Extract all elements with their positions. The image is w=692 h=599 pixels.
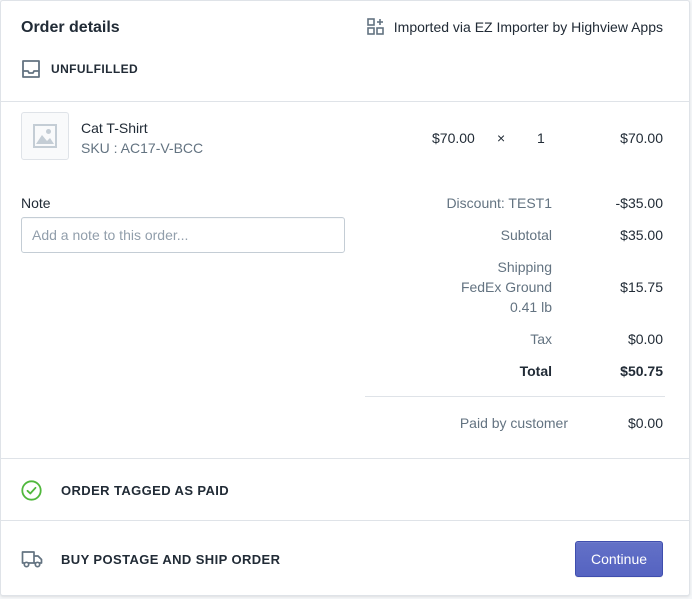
tax-value: $0.00 [627, 331, 663, 347]
discount-label: Discount: TEST1 [446, 195, 552, 211]
apps-icon [366, 18, 384, 35]
payment-status-label: ORDER TAGGED AS PAID [61, 483, 230, 498]
tax-label: Tax [530, 331, 552, 347]
paid-by-customer-label: Paid by customer [459, 415, 568, 431]
truck-icon [21, 551, 43, 568]
payment-status-icon-wrap [21, 480, 42, 504]
fulfillment-status: UNFULFILLED [21, 59, 138, 79]
total-label: Total [519, 363, 552, 379]
check-circle-icon [21, 480, 42, 501]
subtotal-value: $35.00 [620, 227, 663, 243]
note-input[interactable] [21, 217, 345, 253]
page-title: Order details [21, 19, 120, 36]
discount-value: -$35.00 [615, 195, 663, 211]
shipping-method: FedEx Ground [460, 279, 552, 295]
shipping-label: Shipping FedEx Ground 0.41 lb [461, 257, 552, 317]
product-thumbnail [21, 112, 69, 160]
divider [1, 458, 689, 459]
total-value: $50.75 [620, 363, 663, 379]
inbox-icon [22, 60, 40, 78]
quantity: 1 [537, 130, 545, 146]
product-name-link[interactable]: Cat T-Shirt [81, 120, 148, 136]
subtotal-label: Subtotal [500, 227, 552, 243]
paid-by-customer-value: $0.00 [627, 415, 663, 431]
shipping-value: $15.75 [620, 279, 663, 295]
continue-button[interactable]: Continue [575, 541, 663, 577]
multiply-sign: × [497, 130, 506, 146]
product-sku: SKU : AC17-V-BCC [81, 140, 204, 156]
line-total: $70.00 [620, 130, 663, 146]
shipping-weight: 0.41 lb [509, 299, 552, 315]
image-placeholder-icon [33, 124, 57, 148]
shipping-icon-wrap [21, 549, 43, 572]
unit-price: $70.00 [432, 130, 475, 146]
fulfillment-status-label: UNFULFILLED [51, 62, 139, 76]
divider [1, 520, 689, 521]
import-source: Imported via EZ Importer by Highview App… [366, 18, 663, 35]
ship-order-label: BUY POSTAGE AND SHIP ORDER [61, 552, 281, 567]
imported-text: Imported via EZ Importer by Highview App… [393, 18, 663, 35]
note-label: Note [21, 195, 51, 211]
order-details-card: Order details Imported via EZ Importer b… [0, 0, 690, 596]
divider [1, 101, 689, 102]
summary-divider [365, 396, 665, 397]
shipping-title: Shipping [497, 259, 553, 275]
